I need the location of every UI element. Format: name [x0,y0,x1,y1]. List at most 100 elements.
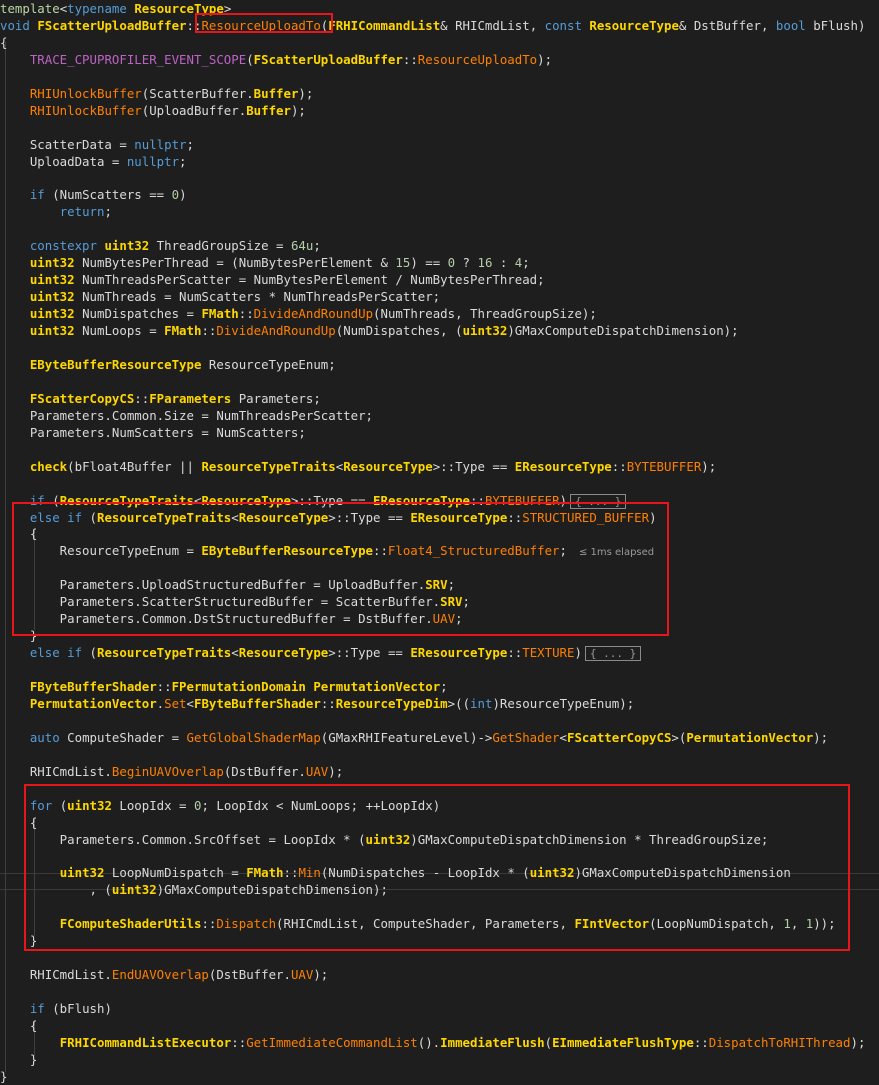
code-token: FRHICommandList [328,17,441,33]
code-line[interactable]: return; [0,203,112,220]
code-token: { [0,1018,38,1033]
code-line[interactable]: uint32 NumThreads = NumScatters * NumThr… [0,288,440,305]
code-token: < [559,729,567,745]
code-line[interactable]: uint32 NumThreadsPerScatter = NumBytesPe… [0,271,545,288]
code-token: EResourceType [410,645,508,661]
code-token: ? [455,255,478,271]
code-token: 64u [290,238,314,254]
code-token: ); [328,763,344,779]
code-line[interactable]: EByteBufferResourceType ResourceTypeEnum… [0,356,336,373]
code-line[interactable]: void FScatterUploadBuffer::ResourceUploa… [0,17,865,34]
code-token: } [0,1051,38,1067]
code-token: :: [693,1034,709,1050]
code-token: DivideAndRoundUp [253,306,374,322]
code-line[interactable]: } [0,1068,7,1085]
code-token: uint32 [104,238,150,254]
code-token: 0 [447,255,456,271]
code-token: FByteBufferShader [194,695,321,711]
code-token: TEXTURE [522,645,575,661]
code-token: Buffer [253,85,299,101]
code-token: typename [67,1,127,16]
code-token: :: [402,51,418,67]
code-token: ; [440,679,448,694]
code-token: :: [134,390,150,406]
code-line[interactable]: check(bFloat4Buffer || ResourceTypeTrait… [0,458,716,475]
code-token: FScatterUploadBuffer [253,51,403,67]
code-line[interactable]: uint32 NumLoops = FMath::DivideAndRoundU… [0,322,739,339]
code-token: UAV [305,763,329,779]
code-token: FPermutationDomain [171,679,306,694]
code-token: ( [246,51,254,67]
code-line[interactable]: PermutationVector.Set<FByteBufferShader:… [0,695,634,712]
code-line[interactable]: FByteBufferShader::FPermutationDomain Pe… [0,678,448,695]
code-line[interactable]: if (bFlush) [0,1000,112,1017]
code-token: RHIUnlockBuffer [29,85,142,101]
structured-buffer-branch-highlight [12,502,669,636]
code-line[interactable]: Parameters.NumScatters = NumScatters; [0,424,306,441]
code-token: ImmediateFlush [440,1034,545,1050]
code-token: FRHICommandListExecutor [59,1034,232,1050]
code-line[interactable]: auto ComputeShader = GetGlobalShaderMap(… [0,729,828,746]
code-token: uint32 [29,272,75,288]
code-line[interactable]: RHIUnlockBuffer(UploadBuffer.Buffer); [0,102,306,119]
code-token: FScatterUploadBuffer [37,17,187,33]
code-token: BYTEBUFFER [626,458,702,474]
code-token: RHICmdList. [0,967,112,983]
code-line[interactable]: RHICmdList.BeginUAVOverlap(DstBuffer.UAV… [0,763,343,780]
code-token: (bFloat4Buffer || [67,458,202,474]
code-line[interactable]: else if (ResourceTypeTraits<ResourceType… [0,644,642,662]
collapsed-region-toggle[interactable]: { ... } [584,646,642,662]
code-token: ResourceType [343,458,433,474]
code-token: FScatterCopyCS [566,729,672,745]
code-token: >::Type == [328,645,411,661]
code-token: GetShader [492,729,560,745]
code-token: PermutationVector [313,679,441,694]
code-token: ; [104,204,112,220]
code-line[interactable]: Parameters.Common.Size = NumThreadsPerSc… [0,407,373,424]
code-token: ) [574,645,582,661]
code-line[interactable]: { [0,34,7,51]
code-token: :: [611,458,627,474]
code-line[interactable]: FRHICommandListExecutor::GetImmediateCom… [0,1034,866,1051]
code-line[interactable]: constexpr uint32 ThreadGroupSize = 64u; [0,237,321,254]
code-token: if [29,187,45,203]
code-token: ( [82,645,97,661]
code-token: if [29,1001,45,1017]
code-token: ); [813,729,829,745]
code-token: ) == [410,255,448,271]
code-token: EByteBufferResourceType [29,356,202,372]
code-line[interactable]: FScatterCopyCS::FParameters Parameters; [0,390,321,407]
code-token: BeginUAVOverlap [111,763,224,779]
code-line[interactable]: uint32 NumDispatches = FMath::DivideAndR… [0,305,597,322]
code-token: 15 [395,255,411,271]
code-line[interactable]: RHICmdList.EndUAVOverlap(DstBuffer.UAV); [0,966,328,983]
code-token: (ScatterBuffer. [141,85,254,101]
code-line[interactable]: UploadData = nullptr; [0,153,187,170]
code-token: ResourceType [238,645,329,661]
code-line[interactable]: } [0,1051,37,1068]
code-line[interactable]: TRACE_CPUPROFILER_EVENT_SCOPE(FScatterUp… [0,51,552,68]
code-line[interactable]: if (NumScatters == 0) [0,186,187,203]
code-token: DispatchToRHIThread [708,1034,851,1050]
code-token: uint32 [29,255,75,271]
code-token: } [0,1068,8,1084]
code-line[interactable]: ScatterData = nullptr; [0,136,194,153]
code-token: bool [775,17,806,33]
code-token: constexpr [29,238,97,254]
code-token: ThreadGroupSize = [149,238,291,254]
code-token: : [492,255,515,271]
code-line[interactable]: RHIUnlockBuffer(ScatterBuffer.Buffer); [0,85,314,102]
code-line[interactable]: uint32 NumBytesPerThread = (NumBytesPerE… [0,254,530,271]
code-line[interactable]: { [0,1017,37,1034]
code-token: PermutationVector [686,729,814,745]
